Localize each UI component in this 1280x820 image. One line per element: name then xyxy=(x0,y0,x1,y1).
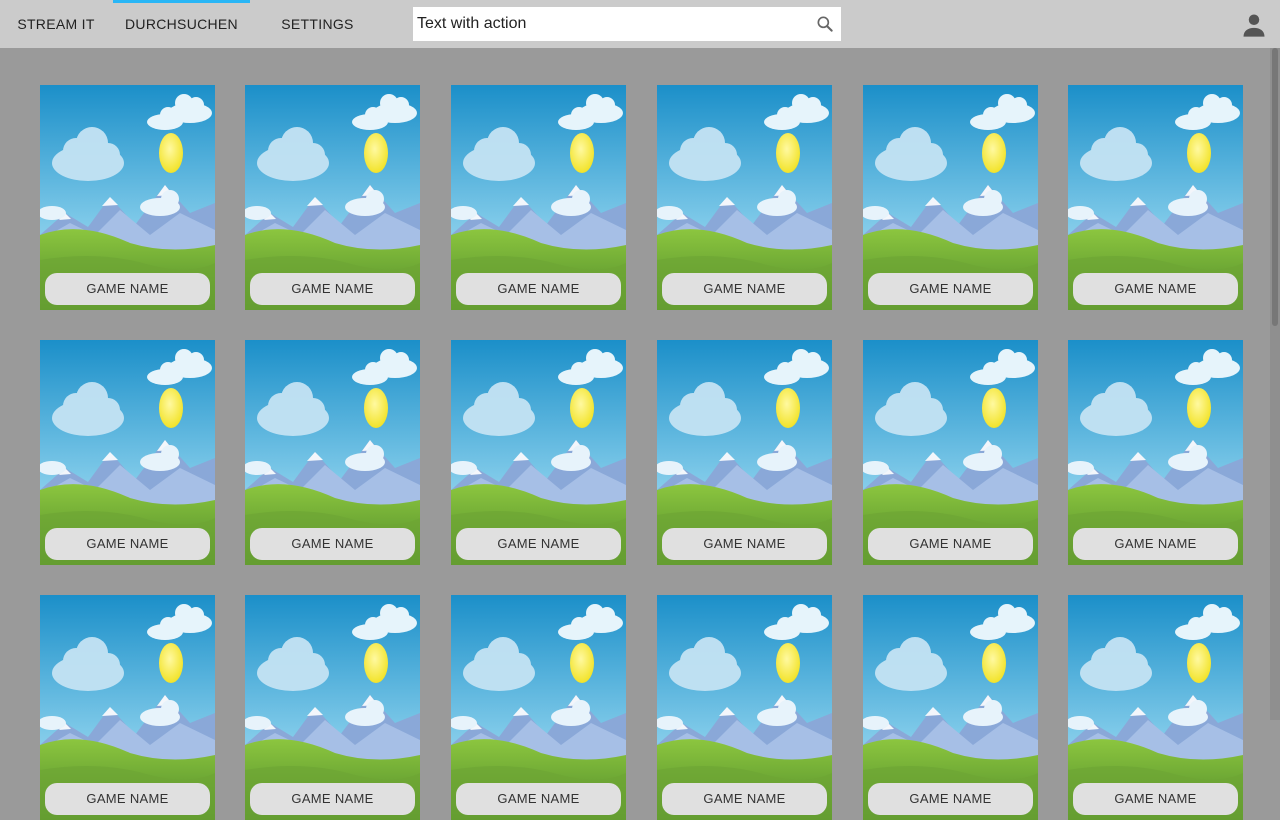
game-card[interactable]: GAME NAME xyxy=(1068,595,1243,820)
top-navigation-bar: STREAM IT DURCHSUCHEN SETTINGS xyxy=(0,0,1280,48)
game-card[interactable]: GAME NAME xyxy=(451,595,626,820)
search-box xyxy=(413,7,841,41)
game-name-label[interactable]: GAME NAME xyxy=(1073,273,1238,305)
game-name-label[interactable]: GAME NAME xyxy=(868,273,1033,305)
tab-settings[interactable]: SETTINGS xyxy=(265,0,370,48)
game-card[interactable]: GAME NAME xyxy=(1068,340,1243,565)
game-card[interactable]: GAME NAME xyxy=(40,340,215,565)
game-card[interactable]: GAME NAME xyxy=(1068,85,1243,310)
game-card[interactable]: GAME NAME xyxy=(657,340,832,565)
game-card[interactable]: GAME NAME xyxy=(245,85,420,310)
scrollbar-thumb[interactable] xyxy=(1272,48,1278,326)
game-name-label[interactable]: GAME NAME xyxy=(250,273,415,305)
game-card[interactable]: GAME NAME xyxy=(245,340,420,565)
game-name-label[interactable]: GAME NAME xyxy=(456,783,621,815)
game-name-label[interactable]: GAME NAME xyxy=(868,783,1033,815)
tab-stream-it[interactable]: STREAM IT xyxy=(0,0,112,48)
game-card[interactable]: GAME NAME xyxy=(657,85,832,310)
game-name-label[interactable]: GAME NAME xyxy=(45,273,210,305)
game-name-label[interactable]: GAME NAME xyxy=(868,528,1033,560)
game-name-label[interactable]: GAME NAME xyxy=(250,528,415,560)
game-name-label[interactable]: GAME NAME xyxy=(1073,783,1238,815)
game-card[interactable]: GAME NAME xyxy=(451,85,626,310)
game-card[interactable]: GAME NAME xyxy=(245,595,420,820)
game-card[interactable]: GAME NAME xyxy=(863,595,1038,820)
search-icon[interactable] xyxy=(815,14,835,34)
game-card[interactable]: GAME NAME xyxy=(863,340,1038,565)
tab-durchsuchen[interactable]: DURCHSUCHEN xyxy=(113,0,250,48)
game-card[interactable]: GAME NAME xyxy=(40,85,215,310)
game-name-label[interactable]: GAME NAME xyxy=(662,528,827,560)
game-name-label[interactable]: GAME NAME xyxy=(1073,528,1238,560)
account-icon[interactable] xyxy=(1240,11,1268,39)
game-name-label[interactable]: GAME NAME xyxy=(456,273,621,305)
game-name-label[interactable]: GAME NAME xyxy=(250,783,415,815)
game-name-label[interactable]: GAME NAME xyxy=(456,528,621,560)
game-card[interactable]: GAME NAME xyxy=(863,85,1038,310)
game-name-label[interactable]: GAME NAME xyxy=(45,783,210,815)
game-card[interactable]: GAME NAME xyxy=(451,340,626,565)
game-name-label[interactable]: GAME NAME xyxy=(45,528,210,560)
scrollbar[interactable] xyxy=(1270,48,1280,720)
game-card[interactable]: GAME NAME xyxy=(40,595,215,820)
search-input[interactable] xyxy=(413,7,803,41)
game-name-label[interactable]: GAME NAME xyxy=(662,783,827,815)
game-name-label[interactable]: GAME NAME xyxy=(662,273,827,305)
game-card[interactable]: GAME NAME xyxy=(657,595,832,820)
